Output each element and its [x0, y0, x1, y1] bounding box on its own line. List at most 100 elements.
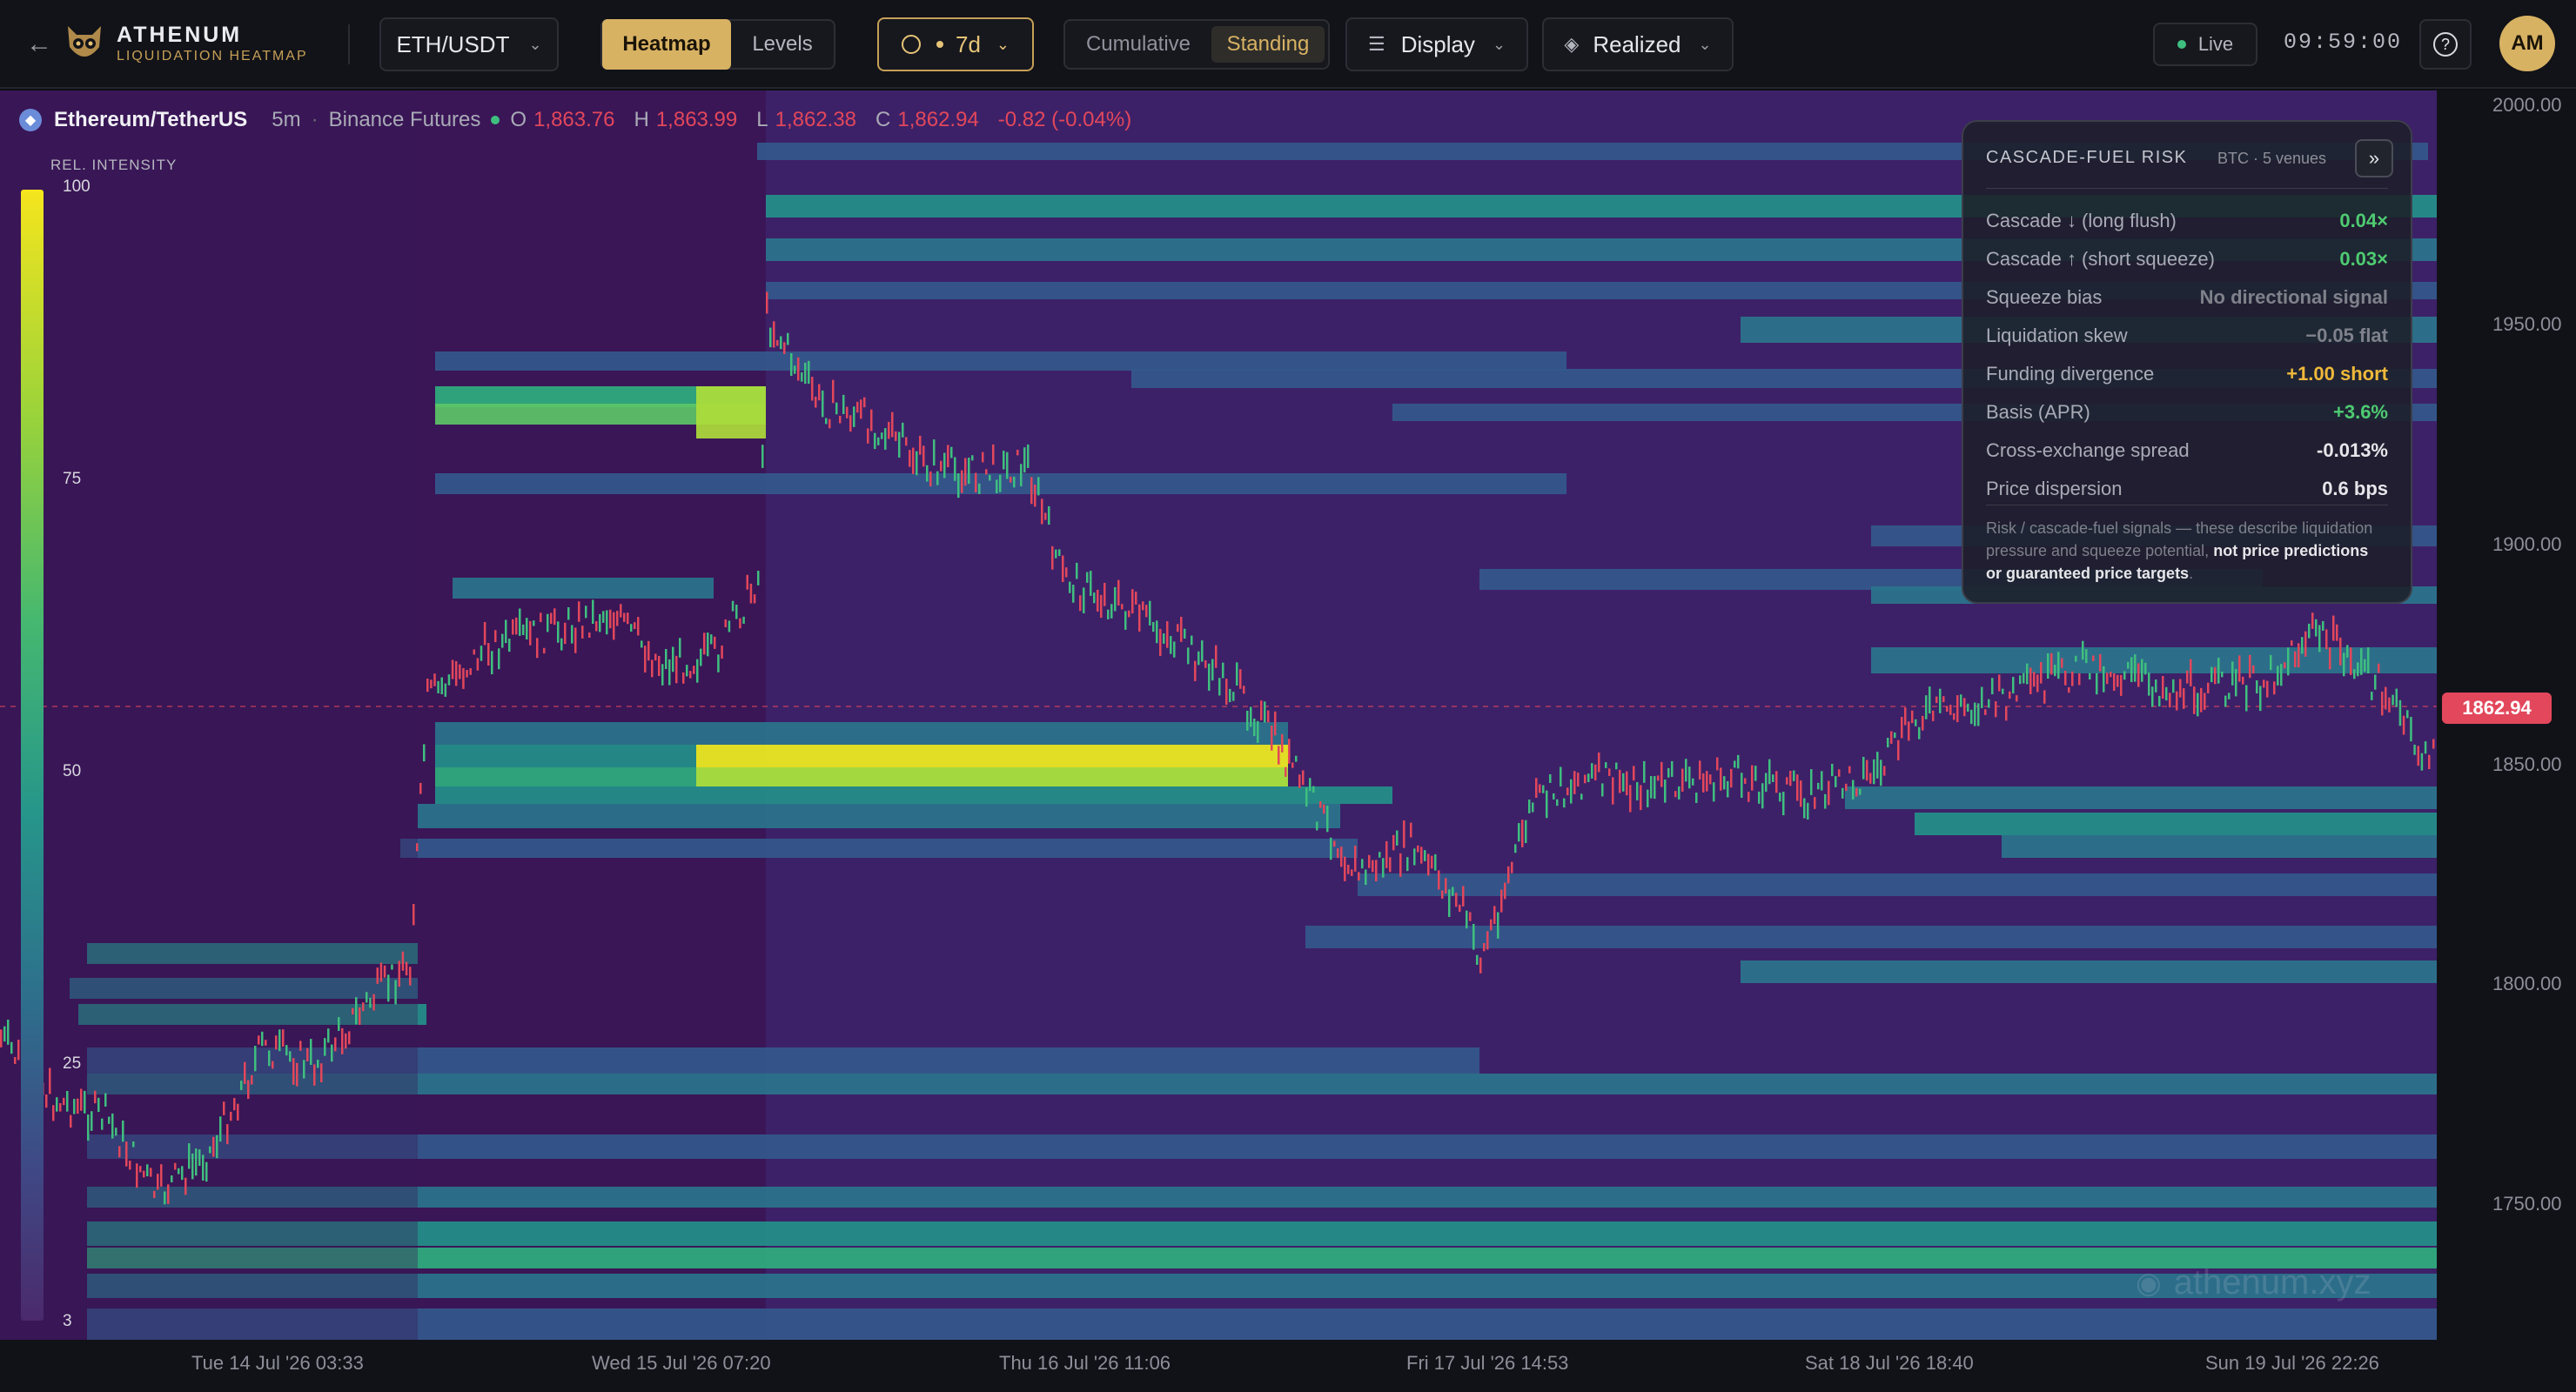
candle — [14, 1056, 17, 1064]
display-button[interactable]: ☰ Display ⌄ — [1345, 17, 1528, 71]
live-badge[interactable]: Live — [2153, 23, 2257, 66]
candle — [644, 646, 647, 673]
candle — [2277, 666, 2279, 686]
candle — [1807, 802, 1809, 820]
candle — [978, 483, 981, 494]
candle — [2033, 672, 2036, 687]
high-value: 1,863.99 — [655, 108, 738, 131]
candle — [1124, 611, 1127, 630]
candle — [1570, 779, 1573, 804]
candle — [310, 1039, 312, 1066]
candle — [1946, 706, 1949, 713]
candle — [398, 960, 400, 987]
candle — [1779, 793, 1781, 802]
candle — [856, 401, 859, 413]
candle — [1535, 778, 1538, 798]
help-button[interactable]: ? — [2419, 19, 2472, 70]
candle — [372, 994, 375, 1011]
candle — [971, 455, 974, 461]
candle — [2395, 688, 2398, 707]
candle — [1309, 778, 1311, 792]
candle — [1549, 774, 1552, 783]
candle — [272, 1061, 274, 1069]
live-label: Live — [2197, 33, 2234, 55]
candle — [1793, 770, 1795, 781]
avatar[interactable]: AM — [2499, 16, 2555, 71]
liquidation-heatmap[interactable]: REL. INTENSITY 100 75 50 25 3 ◆ Ethereum… — [0, 90, 2437, 1340]
candle — [150, 1168, 152, 1177]
candle — [1086, 572, 1089, 583]
candle — [630, 624, 633, 632]
candle — [1932, 710, 1935, 721]
candle — [790, 352, 793, 377]
candle — [1772, 774, 1774, 782]
risk-row-value: 0.04× — [2339, 210, 2388, 231]
candle — [1584, 774, 1587, 784]
clock-icon — [901, 35, 921, 54]
mode-cumulative[interactable]: Cumulative — [1067, 19, 1210, 70]
candle — [2165, 686, 2168, 701]
chevron-down-icon: ⌄ — [1698, 35, 1712, 53]
candle — [80, 1088, 83, 1111]
candle — [1239, 669, 1242, 689]
candle — [884, 428, 887, 450]
clock-readout: 09:59:00 — [2284, 30, 2403, 55]
candle — [1142, 601, 1144, 611]
candle — [1152, 621, 1155, 632]
candle — [1379, 852, 1381, 858]
candle — [950, 446, 953, 458]
candle — [1845, 783, 1848, 792]
candle — [825, 418, 828, 425]
time-axis[interactable] — [0, 1340, 2576, 1392]
candle — [1848, 766, 1851, 773]
back-arrow-icon[interactable]: ← — [26, 30, 56, 59]
mode-standing[interactable]: Standing — [1211, 26, 1325, 63]
candle — [1201, 640, 1204, 662]
candle — [1880, 760, 1882, 786]
candle — [230, 1111, 232, 1121]
candle — [1368, 854, 1371, 868]
realized-button[interactable]: ◈ Realized ⌄ — [1542, 17, 1734, 71]
candle — [753, 594, 756, 604]
candle — [1580, 793, 1583, 800]
tab-levels[interactable]: Levels — [733, 19, 832, 70]
candle — [278, 1029, 281, 1052]
candle — [1340, 847, 1343, 867]
candle — [2106, 673, 2109, 685]
range-select[interactable]: 7d ⌄ — [877, 17, 1034, 71]
low-value: 1,862.38 — [775, 108, 857, 131]
candle — [1640, 785, 1642, 811]
candle — [919, 435, 922, 455]
candle — [996, 479, 998, 493]
candle — [1264, 701, 1266, 723]
candle — [451, 659, 454, 679]
candle — [444, 683, 447, 697]
candle — [1542, 785, 1545, 793]
candle — [1135, 592, 1137, 605]
candle — [1977, 703, 1980, 726]
candle — [1511, 861, 1513, 873]
candle — [1413, 848, 1416, 866]
risk-row-label: Basis (APR) — [1986, 401, 2090, 423]
candle — [77, 1098, 79, 1114]
pair-select[interactable]: ETH/USDT ⌄ — [379, 17, 559, 71]
candle — [574, 627, 577, 653]
candle — [2217, 658, 2220, 684]
candle — [2413, 744, 2416, 755]
tab-heatmap[interactable]: Heatmap — [602, 19, 731, 70]
candle — [226, 1124, 229, 1145]
candle — [581, 626, 584, 639]
candle — [1365, 869, 1367, 886]
risk-row-label: Cascade ↓ (long flush) — [1986, 210, 2177, 231]
legend-tick-25: 25 — [63, 1054, 82, 1073]
candle — [462, 667, 465, 689]
candle — [1410, 822, 1412, 838]
candle — [2371, 692, 2373, 700]
candle — [1452, 887, 1454, 896]
candle — [104, 1093, 107, 1107]
collapse-panel-button[interactable]: » — [2355, 139, 2393, 177]
candle — [491, 651, 493, 675]
candle — [1431, 855, 1433, 869]
candle — [303, 1060, 305, 1079]
candle — [909, 450, 911, 467]
